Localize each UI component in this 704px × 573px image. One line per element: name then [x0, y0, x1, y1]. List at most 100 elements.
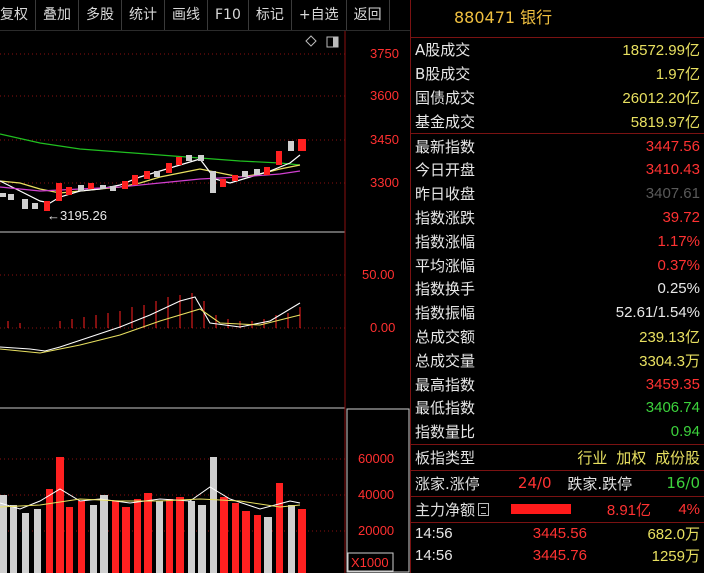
turnover-row: A股成交 18572.99亿: [411, 38, 704, 62]
tick-vol: 1259万: [651, 548, 700, 566]
stats-row: 最新指数 3447.56: [411, 134, 704, 158]
stats-value: 3406.74: [645, 399, 700, 417]
stats-row: 最高指数 3459.35: [411, 372, 704, 396]
volume-axis-label: 60000: [358, 451, 394, 466]
stats-label: 总成交量: [415, 351, 476, 370]
tick-row: 14:56 3445.56 682.0万: [411, 523, 704, 545]
stats-label: 指数涨幅: [415, 232, 476, 251]
stats-label: 最新指数: [415, 137, 476, 156]
volume-axis-label: 40000: [358, 487, 394, 502]
type-option-weighted[interactable]: 加权: [616, 449, 646, 467]
stats-label: 指数量比: [415, 423, 476, 442]
market-turnover-section: A股成交 18572.99亿 B股成交 1.97亿国债成交 26012.20亿基金成交 5…: [411, 38, 704, 135]
turnover-value: 5819.97亿: [630, 113, 700, 131]
toolbar-f10-button[interactable]: F10: [208, 0, 249, 30]
turnover-row: 基金成交 5819.97亿: [411, 109, 704, 133]
turnover-label: 国债成交: [415, 88, 476, 107]
stats-value: 0.25%: [657, 280, 700, 298]
turnover-label: B股成交: [415, 65, 471, 84]
price-axis-label: 3450: [370, 132, 399, 147]
price-axis-label: 3750: [370, 46, 399, 61]
stats-row: 指数涨跌 39.72: [411, 206, 704, 230]
capital-flow-pct: 4%: [678, 500, 700, 518]
type-option-industry[interactable]: 行业: [577, 449, 607, 467]
stats-row: 最低指数 3406.74: [411, 396, 704, 420]
type-option-constituents[interactable]: 成份股: [655, 449, 700, 467]
toolbar-statistics-button[interactable]: 统计: [122, 0, 165, 30]
decline-label: 跌家.跌停: [567, 474, 633, 493]
advance-decline-row: 涨家.涨停 24/0 跌家.跌停 16/0: [411, 471, 704, 497]
macd-axis-label: 50.00: [362, 267, 395, 282]
stats-value: 1.17%: [657, 232, 700, 250]
turnover-label: A股成交: [415, 41, 471, 60]
tick-vol: 682.0万: [647, 526, 700, 544]
tick-price: 3445.56: [532, 525, 587, 543]
document-icon[interactable]: [478, 502, 490, 516]
diamond-icon[interactable]: [305, 35, 317, 47]
index-type-row: 板指类型 行业 加权 成份股: [411, 445, 704, 471]
index-stats-section: 最新指数 3447.56 今日开盘 3410.43 昨日收盘 3407.61 指数涨跌 39.…: [411, 134, 704, 445]
main-capital-flow-row: 主力净额 8.91亿 4%: [411, 497, 704, 523]
stats-row: 指数量比 0.94: [411, 420, 704, 444]
capital-flow-bar: [511, 504, 572, 515]
turnover-row: 国债成交 26012.20亿: [411, 86, 704, 110]
chart-toolbar: 复权 叠加 多股 统计 画线 F10 标记 +自选 返回: [0, 0, 410, 31]
turnover-value: 1.97亿: [655, 66, 700, 84]
stats-value: 239.13亿: [639, 328, 700, 346]
stats-value: 0.94: [670, 423, 700, 441]
stats-label: 总成交额: [415, 327, 476, 346]
decline-value: 16/0: [666, 474, 700, 493]
stats-label: 昨日收盘: [415, 185, 476, 204]
tick-time: 14:56: [415, 525, 453, 543]
stats-label: 指数涨跌: [415, 208, 476, 227]
volume-unit-label: X1000: [351, 555, 389, 570]
price-axis-label: 3600: [370, 88, 399, 103]
stats-value: 0.37%: [657, 256, 700, 274]
toolbar-restore-rights-button[interactable]: 复权: [0, 0, 36, 30]
macd-dea-line: [0, 308, 301, 354]
toolbar-draw-line-button[interactable]: 画线: [165, 0, 208, 30]
stats-label: 平均涨幅: [415, 256, 476, 275]
stats-row: 总成交额 239.13亿: [411, 325, 704, 349]
capital-flow-label: 主力净额: [415, 500, 476, 519]
kline-chart-svg[interactable]: 3750 3600 3450 3300 50.00 0.00 60000 400…: [0, 31, 410, 573]
stats-value: 3410.43: [645, 161, 700, 179]
toolbar-add-watchlist-button[interactable]: +自选: [292, 0, 347, 30]
kline-chart-area[interactable]: 3750 3600 3450 3300 50.00 0.00 60000 400…: [0, 31, 410, 573]
tick-list: 14:56 3445.56 682.0万 14:56 3445.76 1259万: [411, 523, 704, 567]
turnover-value: 26012.20亿: [622, 89, 700, 107]
stats-value: 52.61/1.54%: [615, 304, 700, 322]
toolbar-multi-stock-button[interactable]: 多股: [79, 0, 122, 30]
volume-axis-label: 20000: [358, 523, 394, 538]
turnover-value: 18572.99亿: [622, 42, 700, 60]
turnover-row: B股成交 1.97亿: [411, 62, 704, 86]
stats-row: 总成交量 3304.3万: [411, 348, 704, 372]
stats-row: 今日开盘 3410.43: [411, 158, 704, 182]
stats-row: 指数振幅 52.61/1.54%: [411, 301, 704, 325]
index-title: 880471 银行: [411, 0, 704, 38]
stats-value: 39.72: [662, 208, 700, 226]
tick-price: 3445.76: [532, 547, 587, 565]
index-type-label: 板指类型: [415, 448, 476, 467]
stats-value: 3304.3万: [639, 352, 700, 370]
advance-label: 涨家.涨停: [415, 474, 480, 493]
stats-value: 3447.56: [645, 137, 700, 155]
stats-label: 指数振幅: [415, 304, 476, 323]
turnover-label: 基金成交: [415, 112, 476, 131]
stats-value: 3459.35: [645, 375, 700, 393]
volume-bars: [0, 457, 306, 573]
macd-axis-label: 0.00: [370, 320, 395, 335]
low-price-marker: ←3195.26: [47, 208, 107, 223]
toolbar-overlay-button[interactable]: 叠加: [36, 0, 79, 30]
tick-row: 14:56 3445.76 1259万: [411, 545, 704, 567]
stats-row: 指数涨幅 1.17%: [411, 229, 704, 253]
stats-row: 指数换手 0.25%: [411, 277, 704, 301]
stats-row: 昨日收盘 3407.61: [411, 182, 704, 206]
stats-label: 最高指数: [415, 375, 476, 394]
tick-time: 14:56: [415, 547, 453, 565]
capital-flow-amount: 8.91亿: [606, 501, 652, 519]
ma60-line: [0, 133, 301, 166]
toolbar-back-button[interactable]: 返回: [347, 0, 390, 30]
stats-label: 今日开盘: [415, 161, 476, 180]
toolbar-mark-button[interactable]: 标记: [249, 0, 292, 30]
